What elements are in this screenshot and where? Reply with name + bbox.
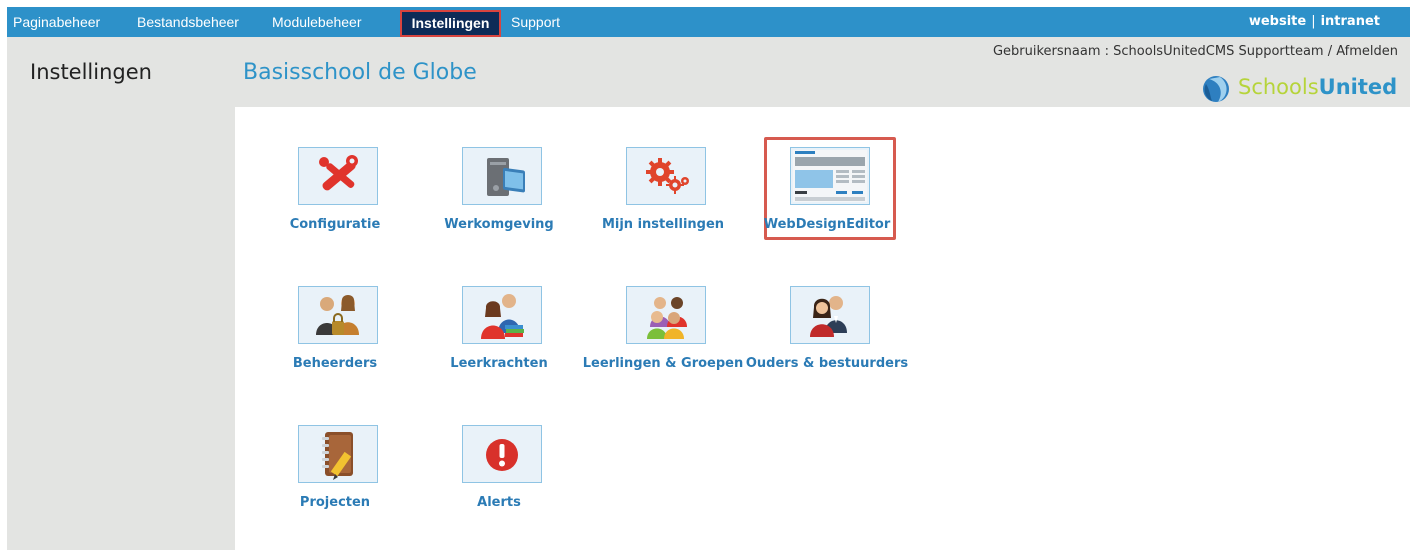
tile-icon-box [462, 286, 542, 344]
tile-icon-box [298, 147, 378, 205]
layout-icon [793, 150, 867, 202]
tile-beheerders[interactable]: Beheerders [260, 286, 410, 386]
top-navigation-bar: Paginabeheer Bestandsbeheer Modulebeheer… [7, 7, 1410, 37]
nav-paginabeheer[interactable]: Paginabeheer [13, 7, 100, 37]
students-icon [647, 297, 687, 339]
tile-label: Mijn instellingen [601, 217, 725, 232]
tile-label: WebDesignEditor [763, 217, 891, 232]
website-link[interactable]: website [1249, 14, 1306, 29]
computer-icon [487, 158, 525, 196]
tile-alerts[interactable]: Alerts [424, 425, 574, 525]
notebook-icon [322, 432, 353, 480]
site-title: Basisschool de Globe [243, 60, 477, 85]
tile-configuratie[interactable]: Configuratie [260, 147, 410, 247]
nav-instellingen[interactable]: Instellingen [400, 10, 501, 37]
tile-icon-box [298, 286, 378, 344]
parents-icon [810, 296, 847, 337]
nav-bestandsbeheer[interactable]: Bestandsbeheer [137, 7, 239, 37]
tile-label: Ouders & bestuurders [745, 356, 909, 371]
tile-label: Leerkrachten [450, 356, 548, 371]
nav-support[interactable]: Support [511, 7, 560, 37]
user-line[interactable]: Gebruikersnaam : SchoolsUnitedCMS Suppor… [993, 44, 1398, 59]
tile-icon-box [298, 425, 378, 483]
tile-label: Projecten [299, 495, 371, 510]
teachers-icon [481, 294, 524, 339]
tile-label: Alerts [477, 495, 521, 510]
tile-label: Werkomgeving [444, 217, 554, 232]
tile-label: Configuratie [289, 217, 381, 232]
tile-icon-box [790, 286, 870, 344]
nav-instellingen-label: Instellingen [411, 15, 490, 31]
tools-icon [319, 155, 358, 191]
tile-leerkrachten[interactable]: Leerkrachten [424, 286, 574, 386]
tile-projecten[interactable]: Projecten [260, 425, 410, 525]
tile-label: Leerlingen & Groepen [582, 356, 744, 371]
tile-icon-box [626, 147, 706, 205]
logo-wordmark: SchoolsUnited [1238, 75, 1397, 99]
switcher-separator: | [1311, 14, 1316, 29]
tile-leerlingen-groepen[interactable]: Leerlingen & Groepen [583, 286, 743, 386]
site-switcher: website | intranet [1249, 7, 1380, 37]
schoolsunited-logo: SchoolsUnited [1200, 74, 1405, 104]
tile-mijn-instellingen[interactable]: Mijn instellingen [588, 147, 738, 247]
admins-icon [316, 295, 359, 335]
tile-icon-box [790, 147, 870, 205]
tile-ouders-bestuurders[interactable]: Ouders & bestuurders [746, 286, 908, 386]
nav-modulebeheer[interactable]: Modulebeheer [272, 7, 362, 37]
globe-logo-icon [1203, 76, 1229, 102]
logo-part-united: United [1318, 75, 1398, 99]
tile-icon-box [462, 147, 542, 205]
tile-werkomgeving[interactable]: Werkomgeving [424, 147, 574, 247]
intranet-link[interactable]: intranet [1321, 14, 1380, 29]
tile-icon-box [626, 286, 706, 344]
tile-icon-box [462, 425, 542, 483]
sidebar [7, 107, 235, 550]
tile-webdesigneditor[interactable]: WebDesignEditor [752, 147, 902, 247]
alert-icon [486, 439, 518, 471]
logo-part-schools: Schools [1238, 75, 1319, 99]
tile-label: Beheerders [292, 356, 378, 371]
gears-icon [646, 158, 689, 194]
section-title: Instellingen [30, 60, 152, 84]
